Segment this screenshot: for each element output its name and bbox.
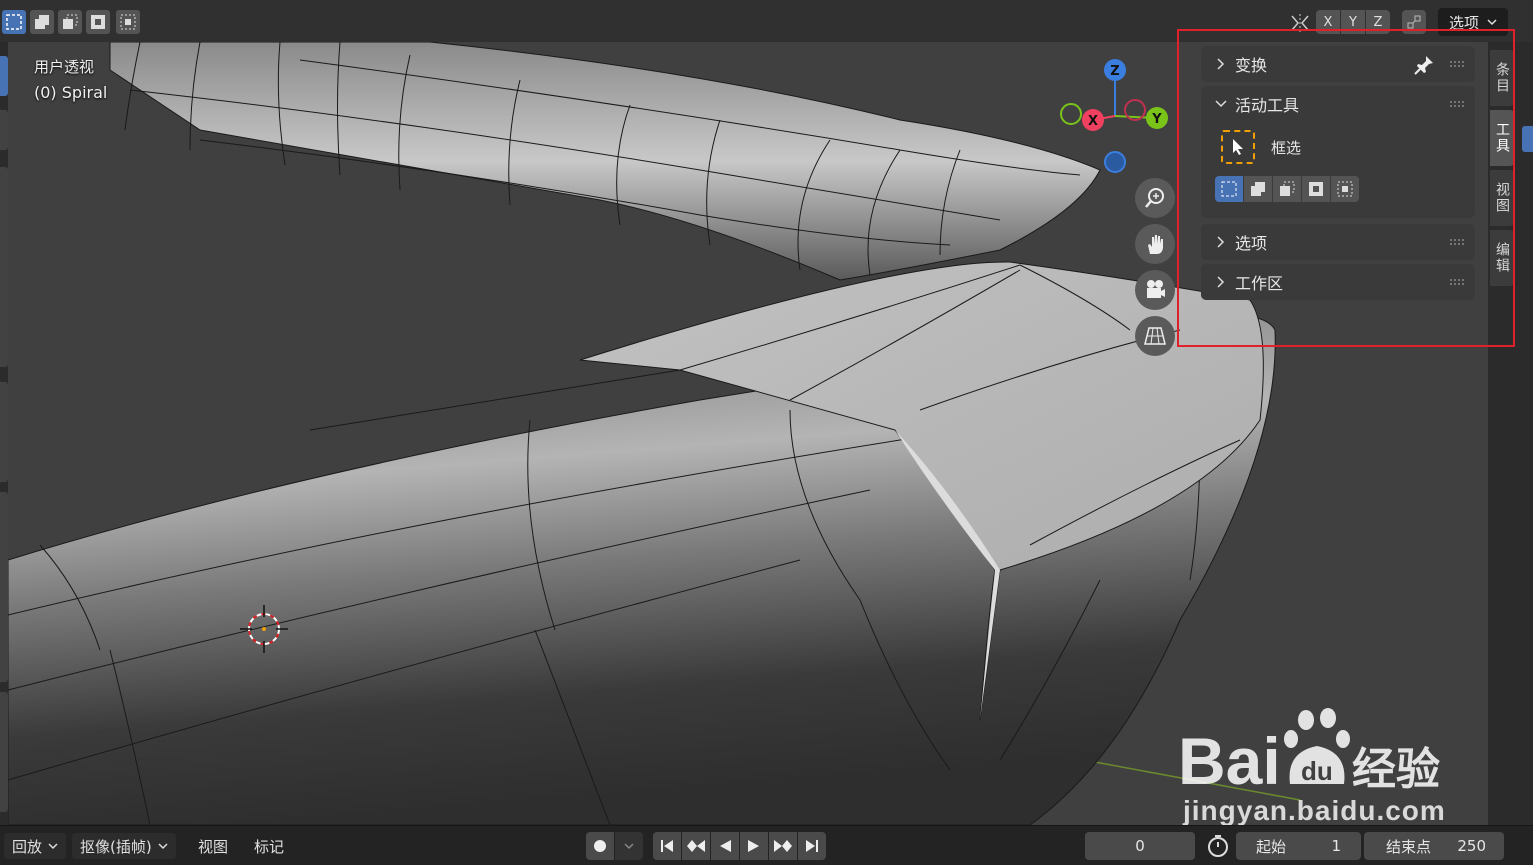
tab-tool[interactable]: 工具 (1490, 110, 1514, 166)
panel-workspace[interactable]: 工作区 (1201, 264, 1475, 300)
keying-menu-label: 抠像(插帧) (80, 837, 152, 856)
viewport-header: X Y Z 选项 (0, 0, 1533, 42)
tool-cursor[interactable] (0, 110, 8, 150)
chevron-right-icon (1217, 236, 1225, 248)
pin-icon[interactable] (1413, 54, 1435, 76)
playback-menu-label: 回放 (12, 837, 43, 856)
tool-transform-group[interactable] (0, 167, 8, 367)
mode-invert-icon[interactable] (1302, 176, 1330, 202)
view-menu[interactable]: 视图 (198, 833, 228, 859)
marker-menu[interactable]: 标记 (254, 833, 284, 859)
mirror-icon[interactable] (1288, 12, 1312, 38)
current-frame-field[interactable]: 0 (1085, 832, 1195, 860)
record-icon[interactable] (586, 832, 614, 860)
next-keyframe-icon[interactable] (769, 832, 797, 860)
drag-grip-icon[interactable] (1449, 101, 1465, 107)
mode-set-icon[interactable] (1215, 176, 1243, 202)
timeline-header: 回放 抠像(插帧) 视图 标记 0 起始 1 结束点 250 (0, 825, 1533, 865)
chevron-down-icon (1487, 19, 1497, 26)
drag-grip-icon[interactable] (1449, 239, 1465, 245)
gizmo-z-label: Z (1110, 64, 1119, 79)
select-box-tool-icon[interactable] (1221, 130, 1255, 164)
watermark-url: jingyan.baidu.com (1183, 795, 1446, 825)
mode-extend-icon[interactable] (1244, 176, 1272, 202)
drag-grip-icon[interactable] (1449, 279, 1465, 285)
right-edge-tab-indicator[interactable] (1522, 126, 1533, 152)
select-intersect-icon[interactable] (116, 10, 140, 34)
select-subtract-icon[interactable] (58, 10, 82, 34)
view-perspective-label: 用户透视 (34, 58, 95, 76)
chevron-right-icon (1217, 58, 1225, 70)
panel-transform-label: 变换 (1235, 56, 1268, 75)
mirror-z-toggle[interactable]: Z (1366, 10, 1390, 34)
jump-end-icon[interactable] (798, 832, 826, 860)
drag-grip-icon[interactable] (1449, 61, 1465, 67)
mode-subtract-icon[interactable] (1273, 176, 1301, 202)
toolbar-strip (0, 42, 8, 825)
active-tool-row[interactable]: 框选 (1201, 122, 1475, 166)
panel-transform[interactable]: 变换 (1201, 46, 1475, 82)
camera-icon[interactable] (1135, 270, 1175, 310)
tool-extra-group[interactable] (0, 692, 8, 812)
end-frame-label: 结束点 (1386, 837, 1432, 856)
watermark-du-text: du (1301, 756, 1333, 786)
end-frame-field[interactable]: 结束点 250 (1364, 832, 1504, 860)
zoom-icon[interactable] (1135, 178, 1175, 218)
watermark-cn-text: 经验 (1352, 744, 1440, 792)
baidu-jingyan-watermark-logo: Bai du 经验 (1178, 708, 1440, 792)
watermark-logo-text: Bai (1178, 724, 1281, 792)
navigation-gizmo[interactable]: Z X Y (1055, 52, 1175, 182)
play-icon[interactable] (740, 832, 768, 860)
panel-active-tool: 活动工具 框选 (1201, 86, 1475, 218)
select-invert-icon[interactable] (86, 10, 110, 34)
mirror-x-toggle[interactable]: X (1316, 10, 1340, 34)
snap-icon[interactable] (1402, 10, 1426, 34)
sidebar-n-panel: 变换 活动工具 框选 选项 工作区 (1193, 42, 1483, 312)
keying-menu[interactable]: 抠像(插帧) (72, 833, 176, 859)
end-frame-value: 250 (1457, 837, 1486, 855)
gizmo-x-label: X (1088, 114, 1098, 129)
tool-annotate-group[interactable] (0, 382, 8, 482)
panel-options-label: 选项 (1235, 234, 1268, 253)
playback-menu[interactable]: 回放 (4, 833, 67, 859)
chevron-down-icon (158, 843, 168, 850)
start-frame-field[interactable]: 起始 1 (1236, 832, 1361, 860)
start-frame-label: 起始 (1256, 837, 1287, 856)
pan-hand-icon[interactable] (1135, 224, 1175, 264)
3d-viewport[interactable]: X Y Z 选项 用户透视 (0) Spiral Z X Y 变换 活动工具 框… (0, 0, 1533, 825)
tab-edit[interactable]: 编辑 (1490, 230, 1514, 286)
mirror-y-toggle[interactable]: Y (1341, 10, 1365, 34)
prev-keyframe-icon[interactable] (682, 832, 710, 860)
play-reverse-icon[interactable] (711, 832, 739, 860)
sidebar-tabs: 条目 工具 视图 编辑 (1488, 42, 1533, 825)
select-box-icon[interactable] (2, 10, 26, 34)
select-extend-icon[interactable] (30, 10, 54, 34)
options-dropdown-label: 选项 (1448, 13, 1479, 32)
grid-perspective-icon[interactable] (1135, 316, 1175, 356)
chevron-down-icon (48, 843, 58, 850)
selection-mode-group (1201, 166, 1475, 202)
mode-intersect-icon[interactable] (1331, 176, 1359, 202)
panel-active-tool-label: 活动工具 (1235, 96, 1300, 115)
gizmo-y-label: Y (1151, 112, 1162, 127)
chevron-down-icon (1215, 100, 1227, 108)
tool-edit-group[interactable] (0, 492, 8, 682)
chevron-down-icon (624, 843, 634, 850)
stopwatch-icon[interactable] (1206, 834, 1230, 862)
chevron-right-icon (1217, 276, 1225, 288)
auto-key-dropdown[interactable] (615, 832, 643, 860)
panel-options[interactable]: 选项 (1201, 224, 1475, 260)
tab-view[interactable]: 视图 (1490, 170, 1514, 226)
active-object-label: (0) Spiral (34, 83, 108, 102)
panel-active-tool-header[interactable]: 活动工具 (1201, 86, 1475, 122)
options-dropdown[interactable]: 选项 (1438, 8, 1508, 36)
jump-start-icon[interactable] (653, 832, 681, 860)
tab-item[interactable]: 条目 (1490, 50, 1514, 106)
active-tool-name: 框选 (1271, 138, 1302, 157)
start-frame-value: 1 (1331, 837, 1341, 855)
tool-select-box[interactable] (0, 56, 8, 96)
panel-workspace-label: 工作区 (1235, 274, 1284, 293)
